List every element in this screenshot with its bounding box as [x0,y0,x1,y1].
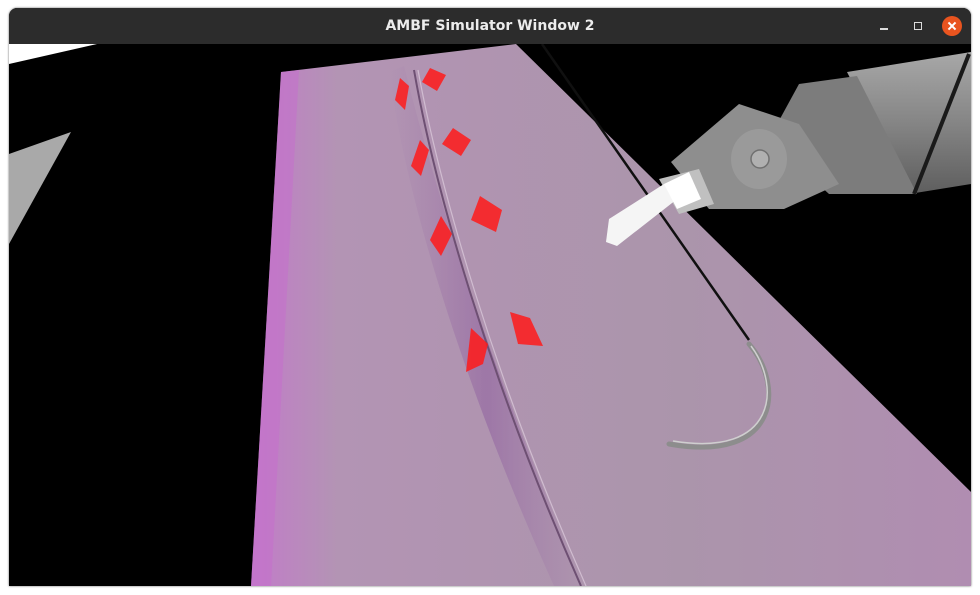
scene-canvas [9,44,971,586]
simulator-window: AMBF Simulator Window 2 [9,8,971,586]
maximize-button[interactable] [907,15,929,37]
close-button[interactable] [941,15,963,37]
minimize-icon [880,28,888,30]
scene-fragment-top-left [9,44,97,64]
maximize-icon [914,22,922,30]
title-bar[interactable]: AMBF Simulator Window 2 [9,8,971,44]
scene-fragment-left [9,132,71,244]
window-title: AMBF Simulator Window 2 [385,18,595,34]
robot-joint-pin [750,149,770,169]
close-icon [942,16,962,36]
minimize-button[interactable] [873,15,895,37]
3d-viewport[interactable] [9,44,971,586]
